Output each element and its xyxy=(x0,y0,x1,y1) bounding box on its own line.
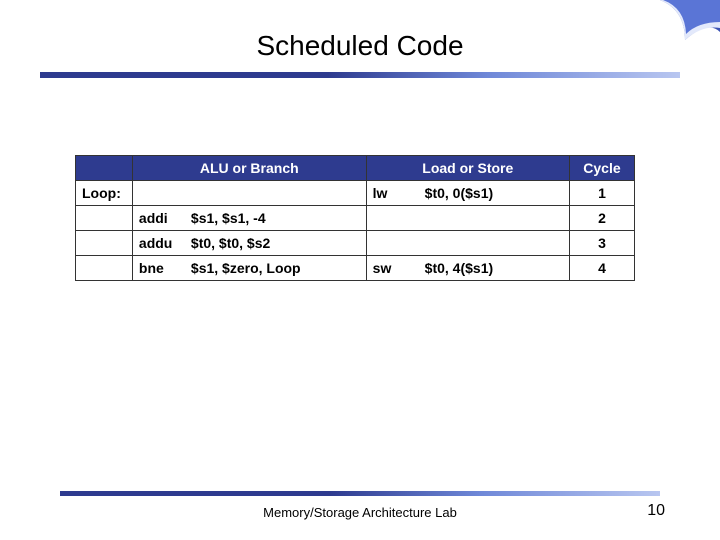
cell-label: Loop: xyxy=(76,181,133,206)
cell-cycle: 2 xyxy=(569,206,634,231)
header-cycle: Cycle xyxy=(569,156,634,181)
cell-ls: lw $t0, 0($s1) xyxy=(366,181,569,206)
cell-cycle: 3 xyxy=(569,231,634,256)
alu-args: $s1, $zero, Loop xyxy=(191,260,301,276)
page-number: 10 xyxy=(647,502,665,520)
cell-label xyxy=(76,256,133,281)
alu-op: bne xyxy=(139,260,181,276)
cell-ls xyxy=(366,206,569,231)
cell-ls xyxy=(366,231,569,256)
cell-label xyxy=(76,231,133,256)
header-ls: Load or Store xyxy=(366,156,569,181)
header-label xyxy=(76,156,133,181)
cell-cycle: 1 xyxy=(569,181,634,206)
cell-cycle: 4 xyxy=(569,256,634,281)
ls-args: $t0, 4($s1) xyxy=(425,260,493,276)
alu-op: addu xyxy=(139,235,181,251)
cell-ls: sw $t0, 4($s1) xyxy=(366,256,569,281)
table-row: addi $s1, $s1, -4 2 xyxy=(76,206,635,231)
page-title: Scheduled Code xyxy=(0,30,720,62)
table-header-row: ALU or Branch Load or Store Cycle xyxy=(76,156,635,181)
table-row: Loop: lw $t0, 0($s1) 1 xyxy=(76,181,635,206)
alu-op: addi xyxy=(139,210,181,226)
cell-label xyxy=(76,206,133,231)
ls-op: sw xyxy=(373,260,415,276)
cell-alu xyxy=(132,181,366,206)
header-alu: ALU or Branch xyxy=(132,156,366,181)
cell-alu: addu $t0, $t0, $s2 xyxy=(132,231,366,256)
cell-alu: addi $s1, $s1, -4 xyxy=(132,206,366,231)
cell-alu: bne $s1, $zero, Loop xyxy=(132,256,366,281)
scheduled-code-table: ALU or Branch Load or Store Cycle Loop: … xyxy=(75,155,635,281)
table-row: addu $t0, $t0, $s2 3 xyxy=(76,231,635,256)
ls-op: lw xyxy=(373,185,415,201)
alu-args: $t0, $t0, $s2 xyxy=(191,235,270,251)
title-divider xyxy=(40,72,680,78)
footer-divider xyxy=(60,491,660,496)
alu-args: $s1, $s1, -4 xyxy=(191,210,266,226)
table-row: bne $s1, $zero, Loop sw $t0, 4($s1) 4 xyxy=(76,256,635,281)
footer-lab-label: Memory/Storage Architecture Lab xyxy=(0,505,720,520)
ls-args: $t0, 0($s1) xyxy=(425,185,493,201)
